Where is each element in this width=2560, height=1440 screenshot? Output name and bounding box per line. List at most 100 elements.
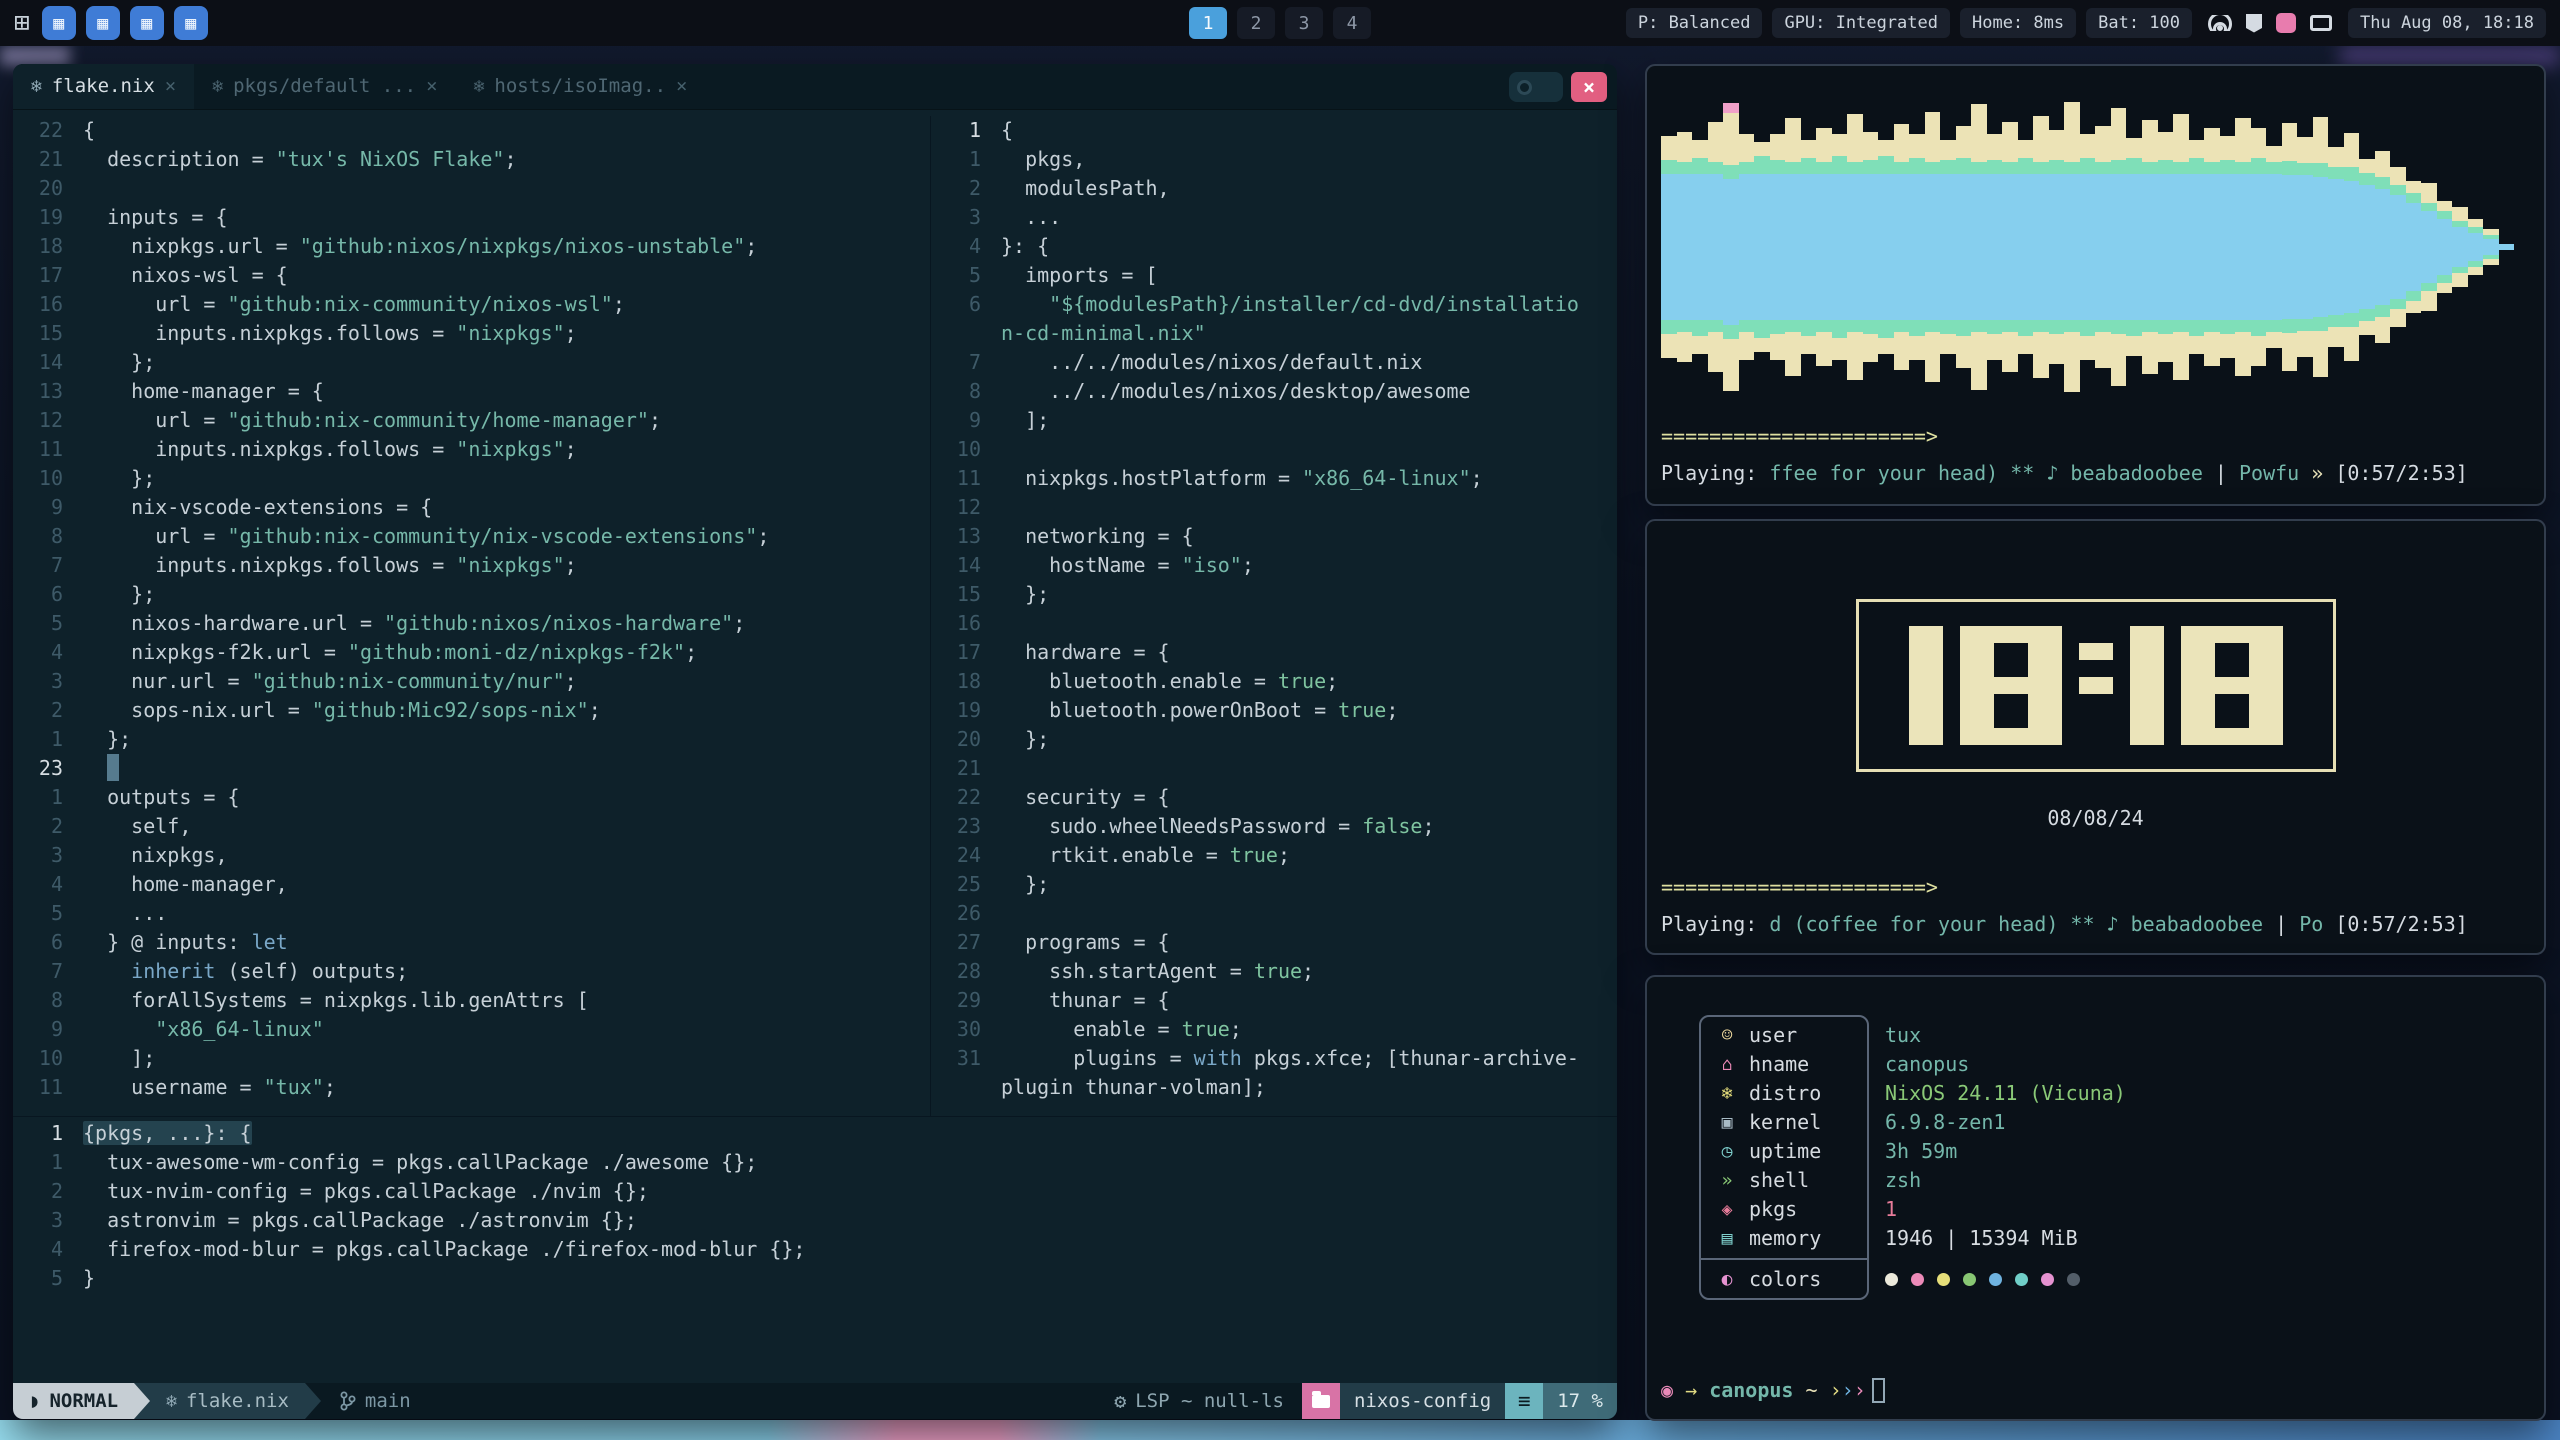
code-line[interactable]: 16 xyxy=(931,609,1617,638)
code-line[interactable]: 1 outputs = { xyxy=(13,783,930,812)
code-line[interactable]: 30 enable = true; xyxy=(931,1015,1617,1044)
prompt-line[interactable]: ◉ → canopus ~ ››› xyxy=(1661,1376,2530,1405)
tab-close-icon[interactable]: × xyxy=(676,72,687,101)
app-icon-1[interactable]: ▦ xyxy=(42,6,76,40)
code-line[interactable]: 5 nixos-hardware.url = "github:nixos/nix… xyxy=(13,609,930,638)
code-line[interactable]: 18 bluetooth.enable = true; xyxy=(931,667,1617,696)
code-line[interactable]: 1 tux-awesome-wm-config = pkgs.callPacka… xyxy=(13,1148,1617,1177)
code-line[interactable]: 19 bluetooth.powerOnBoot = true; xyxy=(931,696,1617,725)
wifi-icon[interactable] xyxy=(2208,15,2232,31)
code-line[interactable]: 10 ]; xyxy=(13,1044,930,1073)
code-line[interactable]: 1 pkgs, xyxy=(931,145,1617,174)
code-line[interactable]: 5} xyxy=(13,1264,1617,1293)
code-line[interactable]: 13 networking = { xyxy=(931,522,1617,551)
code-line[interactable]: 11 inputs.nixpkgs.follows = "nixpkgs"; xyxy=(13,435,930,464)
code-line[interactable]: plugin thunar-volman]; xyxy=(931,1073,1617,1102)
code-line[interactable]: 3 nur.url = "github:nix-community/nur"; xyxy=(13,667,930,696)
code-line[interactable]: 2 sops-nix.url = "github:Mic92/sops-nix"… xyxy=(13,696,930,725)
code-line[interactable]: 12 xyxy=(931,493,1617,522)
code-line[interactable]: 4 firefox-mod-blur = pkgs.callPackage ./… xyxy=(13,1235,1617,1264)
workspace-3[interactable]: 3 xyxy=(1285,7,1323,39)
code-line[interactable]: 15 inputs.nixpkgs.follows = "nixpkgs"; xyxy=(13,319,930,348)
code-line[interactable]: 8 ../../modules/nixos/desktop/awesome xyxy=(931,377,1617,406)
code-line[interactable]: 25 }; xyxy=(931,870,1617,899)
code-line[interactable]: 7 ../../modules/nixos/default.nix xyxy=(931,348,1617,377)
code-line[interactable]: 5 imports = [ xyxy=(931,261,1617,290)
workspace-2[interactable]: 2 xyxy=(1237,7,1275,39)
shield-icon[interactable] xyxy=(2246,14,2262,33)
code-line[interactable]: 22{ xyxy=(13,116,930,145)
code-line[interactable]: 6 "${modulesPath}/installer/cd-dvd/insta… xyxy=(931,290,1617,319)
code-line[interactable]: 13 home-manager = { xyxy=(13,377,930,406)
workspace-4[interactable]: 4 xyxy=(1333,7,1371,39)
code-line[interactable]: 2 tux-nvim-config = pkgs.callPackage ./n… xyxy=(13,1177,1617,1206)
code-line[interactable]: 14 }; xyxy=(13,348,930,377)
code-line[interactable]: 2 modulesPath, xyxy=(931,174,1617,203)
code-line[interactable]: 3 ... xyxy=(931,203,1617,232)
code-line[interactable]: 20 xyxy=(13,174,930,203)
close-window-button[interactable]: × xyxy=(1571,72,1607,102)
code-line[interactable]: 18 nixpkgs.url = "github:nixos/nixpkgs/n… xyxy=(13,232,930,261)
editor-pane-bottom[interactable]: 1{pkgs, ...}: {1 tux-awesome-wm-config =… xyxy=(13,1116,1617,1293)
tab-flake-nix[interactable]: ❄flake.nix× xyxy=(13,64,194,109)
code-line[interactable]: 4 nixpkgs-f2k.url = "github:moni-dz/nixp… xyxy=(13,638,930,667)
code-line[interactable]: 14 hostName = "iso"; xyxy=(931,551,1617,580)
toggle-button[interactable] xyxy=(1509,72,1563,102)
code-line[interactable]: 9 ]; xyxy=(931,406,1617,435)
code-line[interactable]: 10 xyxy=(931,435,1617,464)
code-line[interactable]: 28 ssh.startAgent = true; xyxy=(931,957,1617,986)
app-icon-3[interactable]: ▦ xyxy=(130,6,164,40)
tab-close-icon[interactable]: × xyxy=(165,72,176,101)
code-line[interactable]: 8 url = "github:nix-community/nix-vscode… xyxy=(13,522,930,551)
code-line[interactable]: 6 }; xyxy=(13,580,930,609)
code-line[interactable]: 3 nixpkgs, xyxy=(13,841,930,870)
app-icon-2[interactable]: ▦ xyxy=(86,6,120,40)
code-line[interactable]: 15 }; xyxy=(931,580,1617,609)
workspace-1[interactable]: 1 xyxy=(1189,7,1227,39)
code-line[interactable]: 1{pkgs, ...}: { xyxy=(13,1119,1617,1148)
code-line[interactable]: 5 ... xyxy=(13,899,930,928)
code-line[interactable]: 8 forAllSystems = nixpkgs.lib.genAttrs [ xyxy=(13,986,930,1015)
code-line[interactable]: 26 xyxy=(931,899,1617,928)
app-icon-4[interactable]: ▦ xyxy=(174,6,208,40)
code-line[interactable]: 10 }; xyxy=(13,464,930,493)
code-line[interactable]: 16 url = "github:nix-community/nixos-wsl… xyxy=(13,290,930,319)
code-line[interactable]: 20 }; xyxy=(931,725,1617,754)
code-line[interactable]: 31 plugins = with pkgs.xfce; [thunar-arc… xyxy=(931,1044,1617,1073)
tab-close-icon[interactable]: × xyxy=(426,72,437,101)
editor-pane-right[interactable]: 1{1 pkgs,2 modulesPath,3 ...4}: {5 impor… xyxy=(931,116,1617,1116)
code-line[interactable]: 23 sudo.wheelNeedsPassword = false; xyxy=(931,812,1617,841)
code-line[interactable]: 6 } @ inputs: let xyxy=(13,928,930,957)
code-line[interactable]: 2 self, xyxy=(13,812,930,841)
code-line[interactable]: 29 thunar = { xyxy=(931,986,1617,1015)
code-line[interactable]: 7 inputs.nixpkgs.follows = "nixpkgs"; xyxy=(13,551,930,580)
tab-pkgs-default-[interactable]: ❄pkgs/default ...× xyxy=(194,64,455,109)
code-line[interactable]: 17 hardware = { xyxy=(931,638,1617,667)
code-line[interactable]: 3 astronvim = pkgs.callPackage ./astronv… xyxy=(13,1206,1617,1235)
code-line[interactable]: n-cd-minimal.nix" xyxy=(931,319,1617,348)
code-line[interactable]: 17 nixos-wsl = { xyxy=(13,261,930,290)
code-line[interactable]: 4}: { xyxy=(931,232,1617,261)
code-line[interactable]: 1 }; xyxy=(13,725,930,754)
code-line[interactable]: 9 nix-vscode-extensions = { xyxy=(13,493,930,522)
notification-icon[interactable] xyxy=(2276,13,2296,33)
launcher-icon[interactable]: ⊞ xyxy=(14,10,30,36)
code-line[interactable]: 7 inherit (self) outputs; xyxy=(13,957,930,986)
code-line[interactable]: 21 xyxy=(931,754,1617,783)
tab-hosts-isoimag-[interactable]: ❄hosts/isoImag..× xyxy=(456,64,706,109)
code-line[interactable]: 11 username = "tux"; xyxy=(13,1073,930,1102)
code-line[interactable]: 24 rtkit.enable = true; xyxy=(931,841,1617,870)
code-line[interactable]: 27 programs = { xyxy=(931,928,1617,957)
code-line[interactable]: 22 security = { xyxy=(931,783,1617,812)
editor-pane-left[interactable]: 22{21 description = "tux's NixOS Flake";… xyxy=(13,116,931,1116)
code-line[interactable]: 9 "x86_64-linux" xyxy=(13,1015,930,1044)
code-line[interactable]: 21 description = "tux's NixOS Flake"; xyxy=(13,145,930,174)
code-line[interactable]: 4 home-manager, xyxy=(13,870,930,899)
code-line[interactable]: 1{ xyxy=(931,116,1617,145)
code-line[interactable]: 19 inputs = { xyxy=(13,203,930,232)
code-line[interactable]: 23 xyxy=(13,754,930,783)
display-icon[interactable] xyxy=(2310,15,2332,31)
code-line[interactable]: 12 url = "github:nix-community/home-mana… xyxy=(13,406,930,435)
code-text: }; xyxy=(1001,725,1049,754)
code-line[interactable]: 11 nixpkgs.hostPlatform = "x86_64-linux"… xyxy=(931,464,1617,493)
